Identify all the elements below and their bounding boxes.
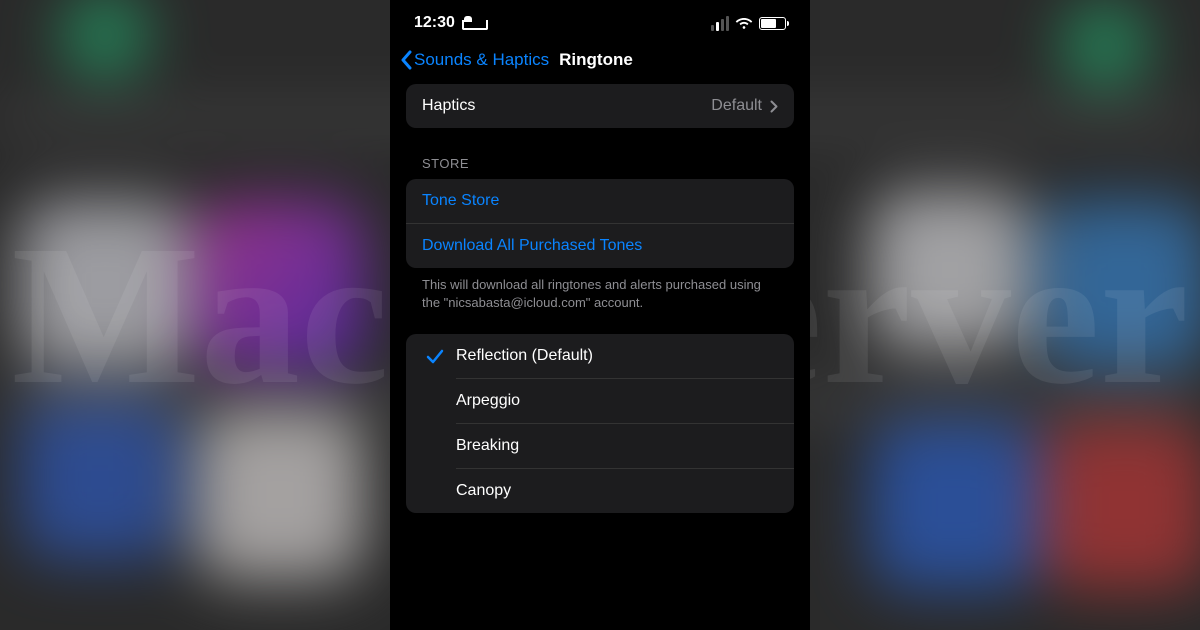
cellular-signal-icon <box>711 16 729 31</box>
back-label: Sounds & Haptics <box>414 50 549 70</box>
ringtone-row-reflection[interactable]: Reflection (Default) <box>406 334 794 378</box>
haptics-row[interactable]: Haptics Default <box>406 84 794 128</box>
ringtone-row-arpeggio[interactable]: Arpeggio <box>456 378 794 423</box>
store-group: Tone Store Download All Purchased Tones <box>406 179 794 268</box>
sleep-mode-icon <box>462 16 484 30</box>
store-section-header: STORE <box>406 128 794 179</box>
tone-store-row[interactable]: Tone Store <box>406 179 794 223</box>
page-title: Ringtone <box>559 50 633 70</box>
checkmark-icon <box>426 347 444 365</box>
haptics-value: Default <box>711 97 762 115</box>
download-all-row[interactable]: Download All Purchased Tones <box>406 223 794 268</box>
ringtone-row-breaking[interactable]: Breaking <box>456 423 794 468</box>
ringtones-group: Reflection (Default) Arpeggio Breaking C… <box>406 334 794 513</box>
haptics-group: Haptics Default <box>406 84 794 128</box>
status-time: 12:30 <box>414 14 455 32</box>
battery-icon <box>759 17 786 30</box>
ringtone-row-canopy[interactable]: Canopy <box>456 468 794 513</box>
tone-store-label: Tone Store <box>422 192 499 210</box>
download-all-label: Download All Purchased Tones <box>422 237 642 255</box>
ringtone-label: Breaking <box>456 437 519 455</box>
phone-frame: 12:30 Sounds & Haptics Ringtone Haptics … <box>390 0 810 630</box>
status-bar: 12:30 <box>390 0 810 40</box>
back-button[interactable]: Sounds & Haptics <box>400 50 549 70</box>
wifi-icon <box>735 16 753 30</box>
haptics-label: Haptics <box>422 97 475 115</box>
ringtone-label: Reflection (Default) <box>456 347 593 365</box>
nav-bar: Sounds & Haptics Ringtone <box>390 40 810 84</box>
chevron-left-icon <box>400 50 412 70</box>
ringtone-label: Canopy <box>456 482 511 500</box>
store-footer-note: This will download all ringtones and ale… <box>406 268 794 312</box>
chevron-right-icon <box>770 100 778 113</box>
ringtone-label: Arpeggio <box>456 392 520 410</box>
